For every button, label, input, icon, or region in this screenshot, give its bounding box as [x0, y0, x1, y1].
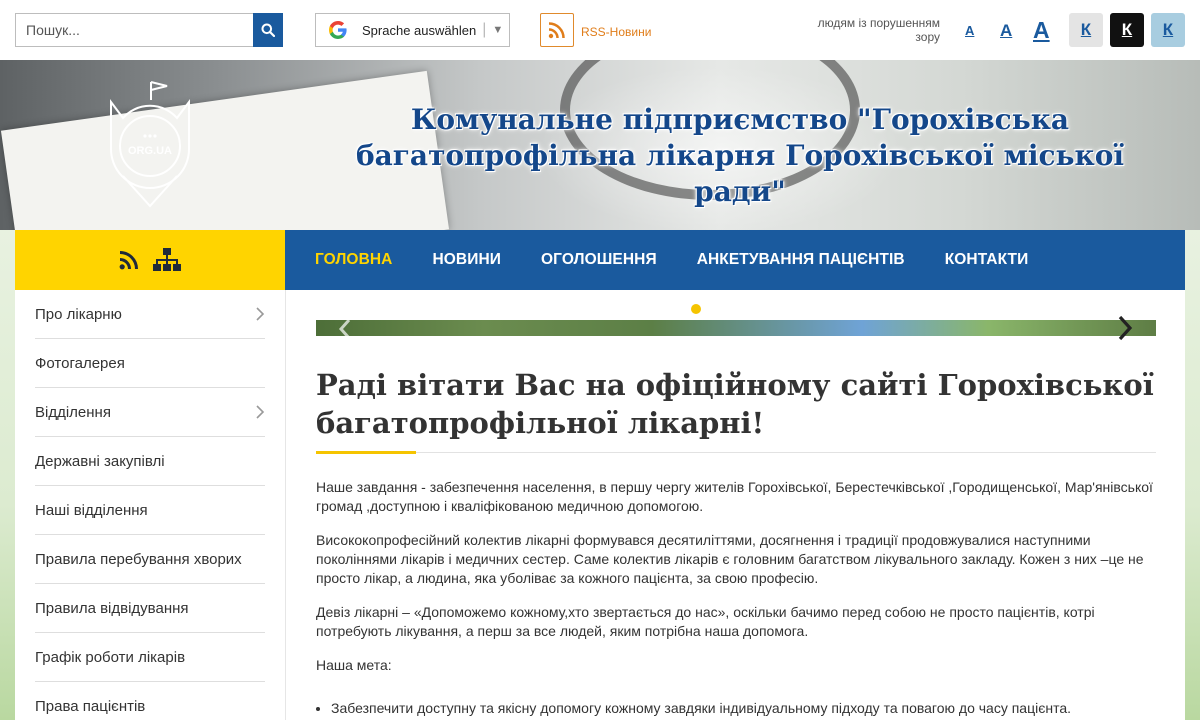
search-icon: [261, 23, 275, 37]
sidebar-item-procurement[interactable]: Державні закупівлі: [35, 437, 265, 486]
sidebar-item-departments[interactable]: Відділення: [35, 388, 265, 437]
nav-item-contacts[interactable]: КОНТАКТИ: [945, 251, 1029, 269]
sidebar-item-label: Права пацієнтів: [35, 697, 146, 715]
title-accent-line: [316, 451, 416, 454]
language-select[interactable]: Sprache auswählen | ▼: [315, 13, 510, 47]
sidebar-item-gallery[interactable]: Фотогалерея: [35, 339, 265, 388]
divider: |: [482, 21, 487, 38]
nav-item-announcements[interactable]: ОГОЛОШЕННЯ: [541, 251, 657, 269]
slider-prev-icon[interactable]: [338, 318, 352, 340]
sidebar-item-patient-rights[interactable]: Права пацієнтів: [35, 682, 265, 720]
paragraph: Наше завдання - забезпечення населення, …: [316, 479, 1153, 514]
caret-down-icon: ▼: [492, 24, 504, 36]
sidebar-header: [15, 230, 285, 290]
sidebar-item-label: Відділення: [35, 403, 111, 421]
image-slider: [316, 320, 1156, 336]
site-title: Комунальне підприємство "Горохівська баг…: [355, 103, 1125, 208]
nav-item-news[interactable]: НОВИНИ: [432, 251, 501, 269]
page-title: Раді вітати Вас на офіційному сайті Горо…: [316, 368, 1154, 440]
goals-list: Забезпечити доступну та якісну допомогу …: [316, 699, 1156, 718]
sidebar-item-label: Фотогалерея: [35, 354, 125, 372]
sidebar-item-label: Про лікарню: [35, 305, 122, 323]
site-logo[interactable]: ORG.UA: [105, 78, 195, 210]
rss-icon[interactable]: [119, 250, 139, 270]
paragraph: Висококопрофесійний колектив лікарні фор…: [316, 532, 1144, 586]
chevron-right-icon: [256, 405, 265, 419]
divider: [316, 452, 1156, 453]
list-item: Забезпечити доступну та якісну допомогу …: [331, 699, 1156, 718]
font-size-large-button[interactable]: A: [1033, 17, 1050, 44]
sidebar-item-doctors-schedule[interactable]: Графік роботи лікарів: [35, 633, 265, 682]
sidebar-menu: Про лікарню Фотогалерея Відділення Держа…: [15, 290, 285, 720]
rss-link[interactable]: RSS-Новини: [581, 25, 651, 39]
sidebar-item-label: Правила відвідування: [35, 599, 189, 617]
sidebar-item-label: Державні закупівлі: [35, 452, 165, 470]
language-select-label: Sprache auswählen: [362, 22, 477, 38]
google-icon: [329, 21, 347, 39]
font-size-medium-button[interactable]: A: [1000, 21, 1012, 41]
sidebar-item-visit-rules[interactable]: Правила відвідування: [35, 584, 265, 633]
sidebar-item-stay-rules[interactable]: Правила перебування хворих: [35, 535, 265, 584]
search-button[interactable]: [253, 13, 283, 47]
article-body: Наше завдання - забезпечення населення, …: [316, 478, 1156, 718]
paragraph: Девіз лікарні – «Допоможемо кожному,хто …: [316, 604, 1095, 639]
contrast-dark-button[interactable]: К: [1110, 13, 1144, 47]
sitemap-icon[interactable]: [153, 248, 181, 272]
rss-button[interactable]: [540, 13, 574, 47]
slider-pagination-dot[interactable]: [691, 304, 701, 314]
sidebar-item-label: Правила перебування хворих: [35, 550, 242, 568]
contrast-blue-button[interactable]: К: [1151, 13, 1185, 47]
main-navigation: ГОЛОВНА НОВИНИ ОГОЛОШЕННЯ АНКЕТУВАННЯ ПА…: [285, 230, 1185, 290]
top-bar: Sprache auswählen | ▼ RSS-Новини людям і…: [0, 0, 1200, 60]
sidebar-item-label: Графік роботи лікарів: [35, 648, 186, 666]
nav-item-survey[interactable]: АНКЕТУВАННЯ ПАЦІЄНТІВ: [697, 251, 905, 269]
contrast-normal-button[interactable]: К: [1069, 13, 1103, 47]
slider-next-icon[interactable]: [1116, 314, 1134, 342]
accessibility-label: людям із порушенням зору: [817, 16, 940, 44]
main-content: Раді вітати Вас на офіційному сайті Горо…: [285, 290, 1185, 720]
rss-icon: [548, 22, 565, 39]
nav-item-home[interactable]: ГОЛОВНА: [315, 251, 392, 269]
sidebar-item-label: Наші відділення: [35, 501, 148, 519]
search-input[interactable]: [15, 13, 253, 47]
svg-text:ORG.UA: ORG.UA: [128, 145, 172, 157]
sidebar-item-our-departments[interactable]: Наші відділення: [35, 486, 265, 535]
search-form: [15, 13, 283, 47]
chevron-right-icon: [256, 307, 265, 321]
font-size-small-button[interactable]: A: [965, 23, 974, 38]
sidebar-item-about[interactable]: Про лікарню: [35, 290, 265, 339]
paragraph: Наша мета:: [316, 657, 392, 673]
